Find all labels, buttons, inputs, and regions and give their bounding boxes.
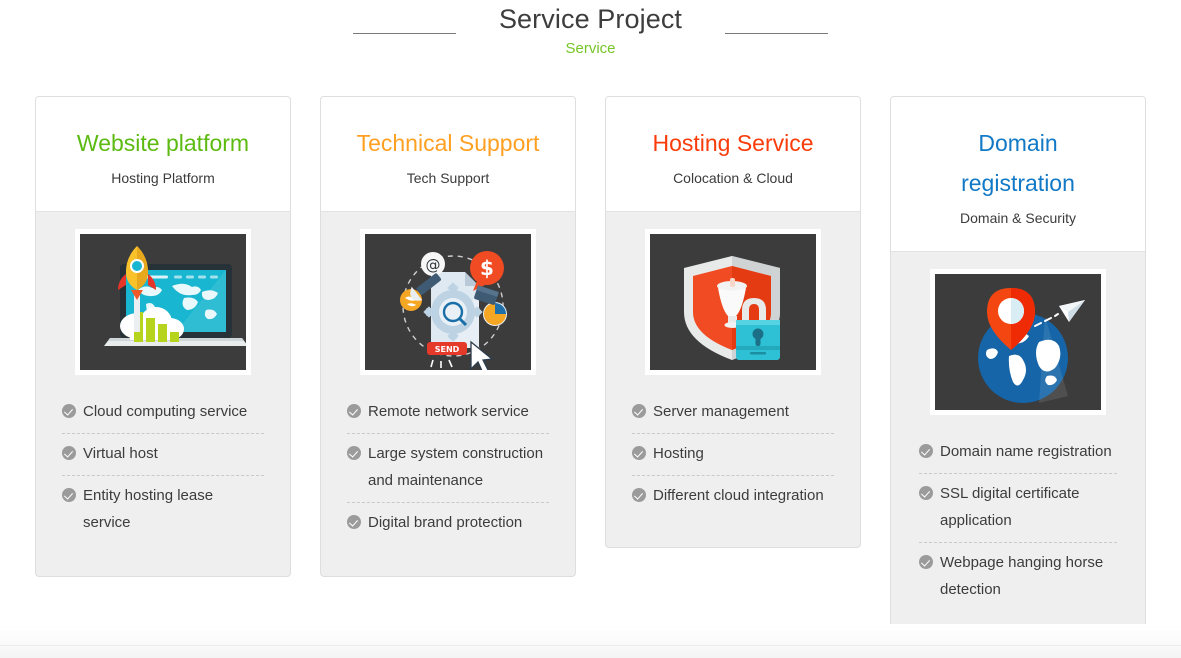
card-body: Server management Hosting Different clou… <box>606 212 860 527</box>
check-circle-icon <box>919 444 933 458</box>
list-item[interactable]: Large system construction and maintenanc… <box>347 434 549 503</box>
feature-label: Remote network service <box>368 403 529 420</box>
globe-location-pin-paperplane-illustration <box>930 269 1106 415</box>
list-item[interactable]: Virtual host <box>62 434 264 476</box>
feature-label: Large system construction and maintenanc… <box>368 445 544 489</box>
card-header: Website platform Hosting Platform <box>36 97 290 212</box>
feature-label: Server management <box>653 403 789 420</box>
card-title: Domain registration <box>961 130 1075 196</box>
feature-label: Cloud computing service <box>83 403 248 420</box>
header-rule-right <box>725 33 828 34</box>
card-subtitle: Hosting Platform <box>111 170 215 186</box>
card-body: Cloud computing service Virtual host Ent… <box>36 212 290 554</box>
header-rule-left <box>353 33 456 34</box>
svg-text:$: $ <box>480 256 494 280</box>
check-circle-icon <box>347 446 361 460</box>
document-gear-network-illustration: @ $ SEND <box>360 229 536 375</box>
feature-label: Different cloud integration <box>653 487 824 504</box>
card-header: Hosting Service Colocation & Cloud <box>606 97 860 212</box>
check-circle-icon <box>347 404 361 418</box>
service-card-hosting-service[interactable]: Hosting Service Colocation & Cloud Serve… <box>605 96 861 548</box>
check-circle-icon <box>632 404 646 418</box>
card-header: Technical Support Tech Support <box>321 97 575 212</box>
feature-list: Server management Hosting Different clou… <box>632 392 834 517</box>
page-subtitle: Service <box>565 40 616 57</box>
list-item[interactable]: Different cloud integration <box>632 476 834 517</box>
section-header: Service Project Service <box>0 0 1181 86</box>
card-title: Hosting Service <box>652 130 814 156</box>
list-item[interactable]: Entity hosting lease service <box>62 476 264 544</box>
card-thumbnail-wrap <box>36 229 290 380</box>
feature-label: Hosting <box>653 445 704 462</box>
check-circle-icon <box>632 446 646 460</box>
card-header: Domain registration Domain & Security <box>891 97 1145 252</box>
list-item[interactable]: Cloud computing service <box>62 392 264 434</box>
feature-label: Virtual host <box>83 445 158 462</box>
card-subtitle: Colocation & Cloud <box>673 170 793 186</box>
feature-list: Remote network service Large system cons… <box>347 392 549 544</box>
card-title: Website platform <box>76 130 250 156</box>
feature-label: Digital brand protection <box>368 514 523 531</box>
list-item[interactable]: Hosting <box>632 434 834 476</box>
card-body: Domain name registration SSL digital cer… <box>891 252 1145 621</box>
card-body: @ $ SEND Remote network service Large sy… <box>321 212 575 554</box>
check-circle-icon <box>62 446 76 460</box>
list-item[interactable]: Server management <box>632 392 834 434</box>
list-item[interactable]: Webpage hanging horse detection <box>919 543 1117 611</box>
card-thumbnail-wrap <box>891 269 1145 420</box>
svg-text:SEND: SEND <box>435 345 460 354</box>
service-card-domain-registration[interactable]: Domain registration Domain & Security Do… <box>890 96 1146 634</box>
card-thumbnail-wrap: @ $ SEND <box>321 229 575 380</box>
check-circle-icon <box>632 488 646 502</box>
check-circle-icon <box>62 404 76 418</box>
laptop-rocket-cloud-chart-illustration <box>75 229 251 375</box>
list-item[interactable]: Digital brand protection <box>347 503 549 544</box>
page-title: Service Project <box>498 4 683 34</box>
list-item[interactable]: Domain name registration <box>919 432 1117 474</box>
feature-label: Domain name registration <box>940 443 1112 460</box>
service-card-website-platform[interactable]: Website platform Hosting Platform Cloud … <box>35 96 291 577</box>
list-item[interactable]: Remote network service <box>347 392 549 434</box>
card-thumbnail-wrap <box>606 229 860 380</box>
check-circle-icon <box>919 486 933 500</box>
list-item[interactable]: SSL digital certificate application <box>919 474 1117 543</box>
card-subtitle: Tech Support <box>406 170 490 186</box>
check-circle-icon <box>347 515 361 529</box>
card-subtitle: Domain & Security <box>960 210 1076 226</box>
feature-list: Domain name registration SSL digital cer… <box>919 432 1117 611</box>
feature-label: Entity hosting lease service <box>83 487 214 531</box>
service-card-technical-support[interactable]: Technical Support Tech Support @ $ SEND … <box>320 96 576 577</box>
feature-label: SSL digital certificate application <box>940 485 1080 529</box>
check-circle-icon <box>62 488 76 502</box>
svg-text:@: @ <box>426 256 441 274</box>
footer-divider <box>0 645 1181 646</box>
feature-label: Webpage hanging horse detection <box>940 554 1104 598</box>
service-project-page: Service Project Service Website platform… <box>0 0 1181 658</box>
card-title: Technical Support <box>356 130 540 156</box>
page-footer-gradient <box>0 624 1181 658</box>
feature-list: Cloud computing service Virtual host Ent… <box>62 392 264 544</box>
shield-padlock-illustration <box>645 229 821 375</box>
check-circle-icon <box>919 555 933 569</box>
